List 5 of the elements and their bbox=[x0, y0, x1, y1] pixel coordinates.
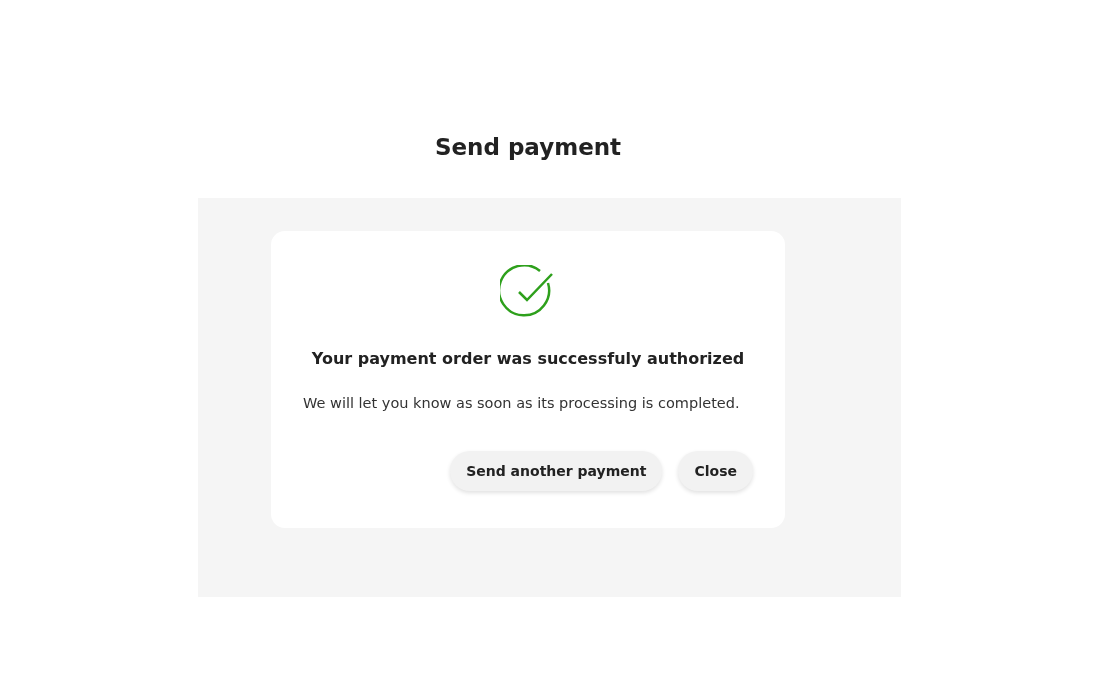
send-another-button[interactable]: Send another payment bbox=[450, 451, 663, 491]
dialog-heading: Your payment order was successfuly authorized bbox=[311, 349, 745, 368]
page-title: Send payment bbox=[434, 133, 622, 162]
close-button[interactable]: Close bbox=[678, 451, 753, 491]
dialog-message: We will let you know as soon as its processing is completed. bbox=[303, 395, 741, 411]
